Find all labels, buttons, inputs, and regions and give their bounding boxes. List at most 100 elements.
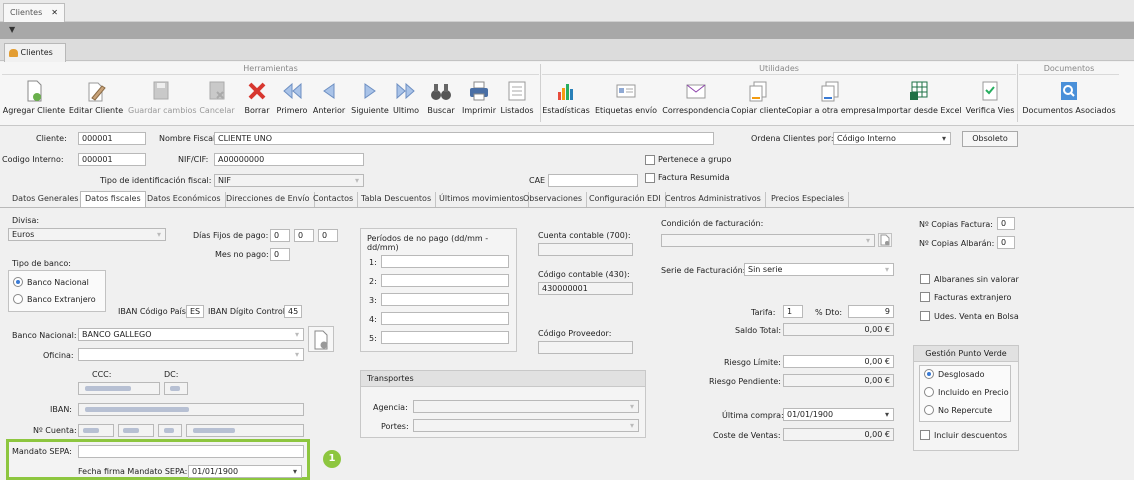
close-icon[interactable]: ✕: [51, 8, 58, 17]
serie-facturacion-select[interactable]: Sin serie: [744, 263, 894, 276]
riesgo-pendiente-field[interactable]: 0,00 €: [783, 374, 894, 387]
desglosado-radio[interactable]: [924, 369, 934, 379]
first-button[interactable]: Primero: [274, 80, 310, 120]
shipping-labels-button[interactable]: Etiquetas envío: [592, 80, 660, 120]
codigo-contable-field[interactable]: 430000001: [538, 282, 633, 295]
dia-fijo-3-field[interactable]: 0: [318, 229, 338, 242]
copy-client-button[interactable]: Copiar cliente: [731, 80, 786, 120]
tab-centros-administrativos[interactable]: Centros Administrativos: [661, 192, 766, 207]
dropdown-menu-icon[interactable]: ▼: [9, 25, 15, 34]
obsolete-button[interactable]: Obsoleto: [962, 131, 1018, 147]
tab-contactos[interactable]: Contactos: [309, 192, 359, 207]
facturas-extranjero-checkbox[interactable]: [920, 292, 930, 302]
incluir-descuentos-checkbox[interactable]: [920, 430, 930, 440]
cuenta-entidad-field[interactable]: [78, 424, 114, 437]
dia-fijo-1-field[interactable]: 0: [270, 229, 290, 242]
ultima-compra-select[interactable]: 01/01/1900: [783, 408, 894, 421]
agencia-select[interactable]: [413, 400, 639, 413]
codigo-proveedor-field[interactable]: [538, 341, 633, 354]
window-tab-clientes[interactable]: Clientes ✕: [3, 3, 65, 22]
dto-field[interactable]: 9: [848, 305, 894, 318]
add-client-button[interactable]: Agregar Cliente: [2, 80, 66, 120]
cliente-field[interactable]: 000001: [78, 132, 146, 145]
dia-fijo-2-field[interactable]: 0: [294, 229, 314, 242]
cae-field[interactable]: [548, 174, 638, 187]
portes-select[interactable]: [413, 419, 639, 432]
copy-to-company-button[interactable]: Copiar a otra empresa: [786, 80, 876, 120]
ribbon-group-utilidades: Utilidades: [759, 64, 799, 73]
envelope-icon: [686, 84, 706, 99]
tipo-identificacion-select[interactable]: NIF: [214, 174, 364, 187]
cuenta-dc-field[interactable]: [158, 424, 182, 437]
tarifa-field[interactable]: 1: [783, 305, 803, 318]
periodo-2-field[interactable]: [381, 274, 509, 287]
periodo-3-field[interactable]: [381, 293, 509, 306]
incluido-precio-radio[interactable]: [924, 387, 934, 397]
ccc-field[interactable]: [78, 382, 160, 395]
bank-document-button[interactable]: [308, 326, 334, 352]
factura-resumida-checkbox[interactable]: [645, 173, 655, 183]
fecha-mandato-select[interactable]: 01/01/1900: [188, 465, 302, 478]
ultima-compra-label: Última compra:: [722, 411, 784, 420]
tab-precios-especiales[interactable]: Precios Especiales: [767, 192, 850, 207]
cuenta-contable-field[interactable]: [538, 243, 633, 256]
next-button[interactable]: Siguiente: [349, 80, 391, 120]
tab-tabla-descuentos[interactable]: Tabla Descuentos: [357, 192, 437, 207]
albaranes-sin-valorar-checkbox[interactable]: [920, 274, 930, 284]
list-icon: [508, 81, 526, 101]
print-button[interactable]: Imprimir: [459, 80, 499, 120]
no-repercute-radio[interactable]: [924, 405, 934, 415]
statistics-button[interactable]: Estadísticas: [542, 80, 590, 120]
mes-no-pago-field[interactable]: 0: [270, 248, 290, 261]
verify-vies-button[interactable]: Verifica Vies: [963, 80, 1017, 120]
divisa-select[interactable]: Euros: [8, 228, 166, 241]
mandato-sepa-field[interactable]: [78, 445, 304, 458]
iban-field[interactable]: [78, 403, 304, 416]
nombre-fiscal-field[interactable]: CLIENTE UNO: [214, 132, 714, 145]
tab-direcciones-envio[interactable]: Direcciones de Envío: [222, 192, 315, 207]
banco-extranjero-radio[interactable]: [13, 294, 23, 304]
associated-documents-button[interactable]: Documentos Asociados: [1020, 80, 1118, 120]
cuenta-numero-field[interactable]: [186, 424, 304, 437]
tab-datos-fiscales[interactable]: Datos fiscales: [80, 191, 146, 207]
search-button[interactable]: Buscar: [423, 80, 459, 120]
tab-ultimos-movimientos[interactable]: Últimos movimientos: [435, 192, 529, 207]
iban-dc-field[interactable]: 45: [284, 305, 302, 318]
dc-field[interactable]: [164, 382, 188, 395]
listings-button[interactable]: Listados: [499, 80, 535, 120]
banco-nacional-radio[interactable]: [13, 277, 23, 287]
iban-pais-field[interactable]: ES: [186, 305, 204, 318]
codigo-interno-field[interactable]: 000001: [78, 153, 146, 166]
last-button[interactable]: Ultimo: [391, 80, 421, 120]
import-excel-button[interactable]: Importar desde Excel: [876, 80, 962, 120]
correspondence-button[interactable]: Correspondencia: [661, 80, 731, 120]
tab-observaciones[interactable]: Observaciones: [519, 192, 588, 207]
periodo-1-field[interactable]: [381, 255, 509, 268]
tab-datos-economicos[interactable]: Datos Económicos: [143, 192, 226, 207]
doc-tab-clientes[interactable]: Clientes: [4, 43, 66, 62]
periodo-4-field[interactable]: [381, 312, 509, 325]
edit-client-button[interactable]: Editar Cliente: [66, 80, 126, 120]
oficina-select[interactable]: [78, 348, 304, 361]
delete-button[interactable]: Borrar: [240, 80, 274, 120]
copias-albaran-field[interactable]: 0: [997, 236, 1015, 249]
tab-datos-generales[interactable]: Datos Generales: [8, 192, 84, 207]
coste-ventas-field[interactable]: 0,00 €: [783, 428, 894, 441]
condicion-document-button[interactable]: [878, 233, 892, 247]
ordena-select[interactable]: Código Interno: [833, 132, 951, 145]
saldo-total-field[interactable]: 0,00 €: [783, 323, 894, 336]
periodo-5-field[interactable]: [381, 331, 509, 344]
previous-button[interactable]: Anterior: [310, 80, 348, 120]
cuenta-oficina-field[interactable]: [118, 424, 154, 437]
banco-select[interactable]: BANCO GALLEGO: [78, 328, 304, 341]
nif-field[interactable]: A00000000: [214, 153, 364, 166]
pertenece-grupo-checkbox[interactable]: [645, 155, 655, 165]
copias-factura-field[interactable]: 0: [997, 217, 1015, 230]
next-arrow-icon: [364, 83, 376, 99]
cancel-button[interactable]: Cancelar: [196, 80, 238, 120]
udes-venta-bolsa-checkbox[interactable]: [920, 311, 930, 321]
save-changes-button[interactable]: Guardar cambios: [128, 80, 197, 120]
condicion-facturacion-select[interactable]: [661, 234, 875, 247]
tab-configuracion-edi[interactable]: Configuración EDI: [585, 192, 666, 207]
riesgo-limite-field[interactable]: 0,00 €: [783, 355, 894, 368]
